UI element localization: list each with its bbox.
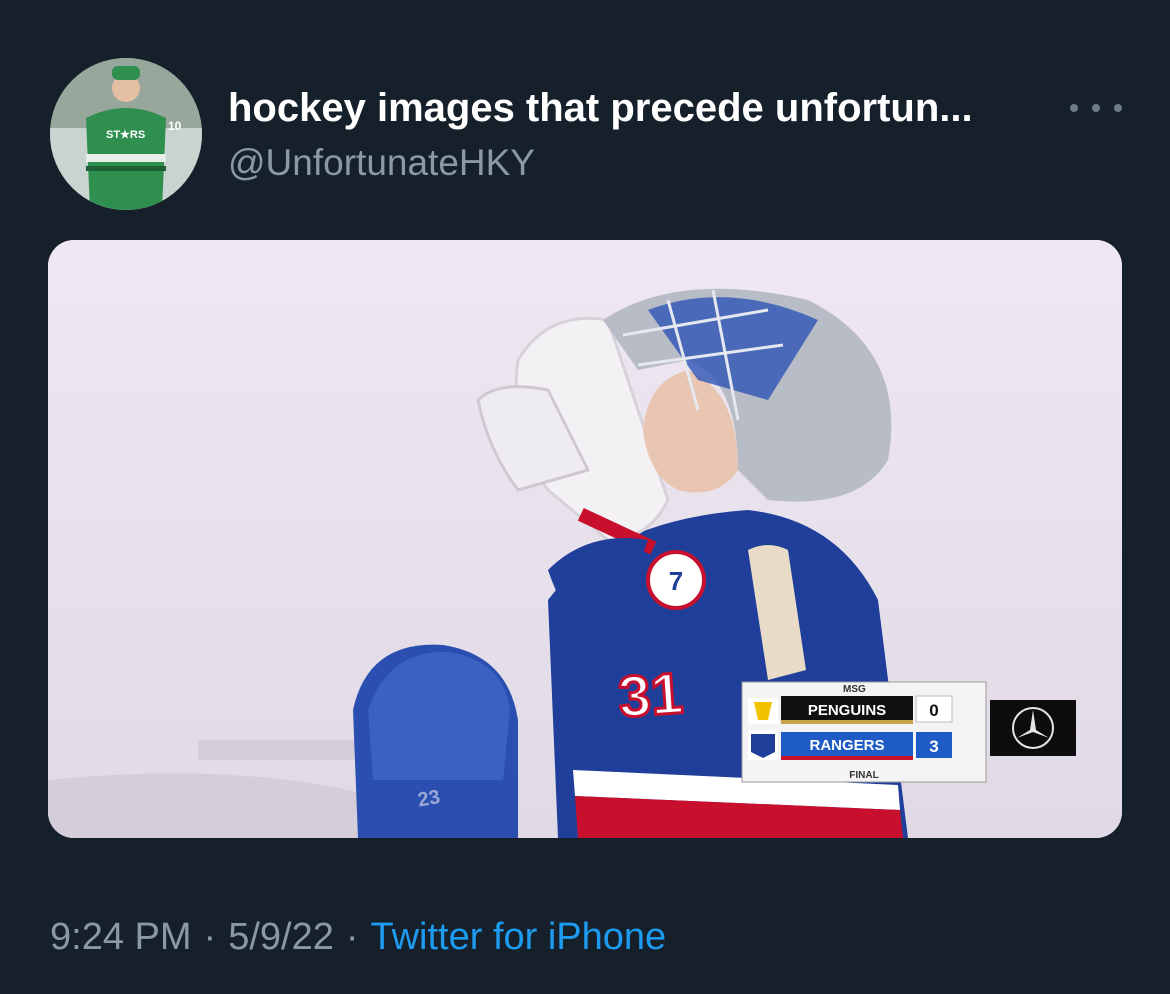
- display-name[interactable]: hockey images that precede unfortun...: [228, 86, 973, 131]
- mercedes-logo-icon: [990, 700, 1076, 756]
- separator: ·: [345, 916, 359, 958]
- avatar-jersey-number: 10: [168, 119, 182, 133]
- tweet-time[interactable]: 9:24 PM: [50, 916, 192, 958]
- player-number: 31: [616, 661, 685, 730]
- scorebug: MSG PENGUINS 0 RANGERS 3 FINAL: [741, 681, 987, 783]
- patch-number-icon: 7: [669, 566, 683, 596]
- dot-icon: [1114, 104, 1122, 112]
- team2-name: RANGERS: [809, 737, 884, 754]
- tweet-source-link[interactable]: Twitter for iPhone: [371, 916, 667, 958]
- dot-icon: [1070, 104, 1078, 112]
- avatar-image: ST★RS 10: [50, 58, 202, 210]
- tweet-metadata: 9:24 PM · 5/9/22 · Twitter for iPhone: [50, 916, 666, 959]
- team1-name: PENGUINS: [808, 702, 886, 719]
- tweet-date[interactable]: 5/9/22: [228, 916, 334, 958]
- separator: ·: [203, 916, 217, 958]
- game-status: FINAL: [849, 770, 878, 781]
- dot-icon: [1092, 104, 1100, 112]
- team1-score: 0: [929, 701, 938, 720]
- user-handle[interactable]: @UnfortunateHKY: [228, 142, 535, 184]
- more-options-icon[interactable]: [1070, 96, 1122, 120]
- team2-score: 3: [929, 737, 938, 756]
- profile-avatar[interactable]: ST★RS 10: [50, 58, 202, 210]
- helmet-number: 23: [416, 786, 442, 812]
- tweet-media-image[interactable]: 7 31 23 MSG PENGUINS 0 RANGERS 3 FINAL: [48, 240, 1122, 838]
- scorebug-network: MSG: [843, 684, 866, 695]
- goalie-photo: 7 31 23 MSG PENGUINS 0 RANGERS 3 FINAL: [48, 240, 1122, 838]
- avatar-jersey-text: ST★RS: [106, 129, 145, 141]
